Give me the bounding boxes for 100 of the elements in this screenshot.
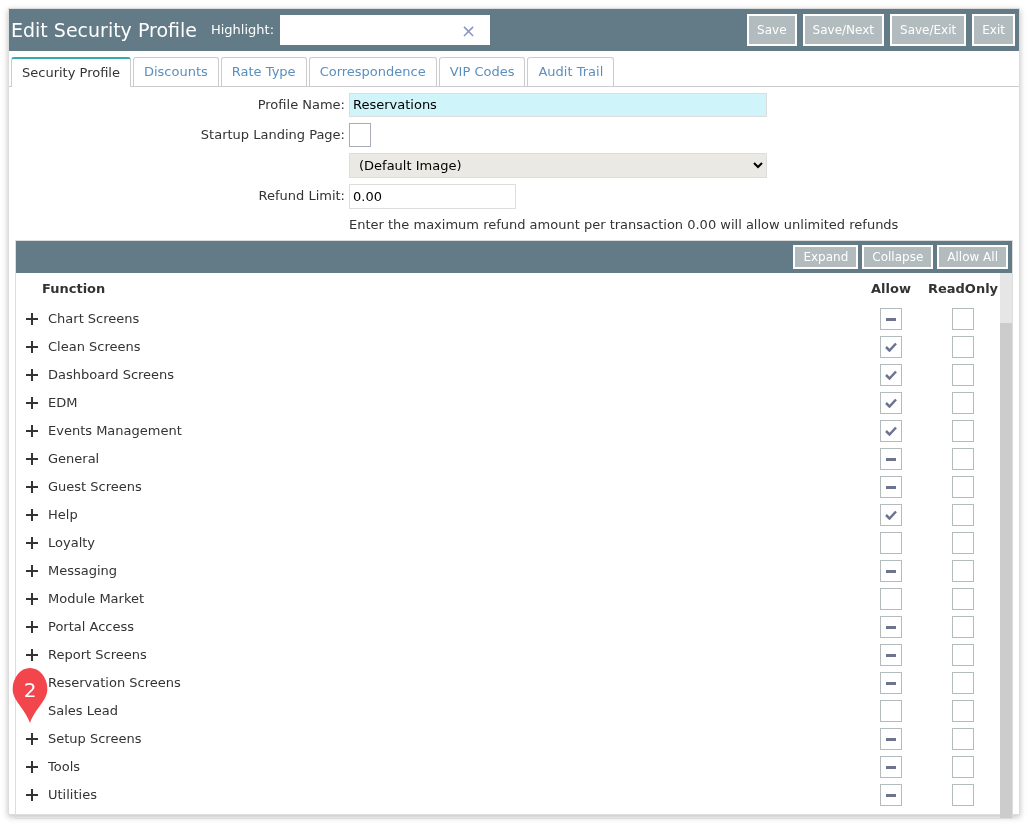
checkbox[interactable] (880, 672, 902, 694)
function-name: Utilities (48, 786, 97, 805)
expand-icon[interactable] (26, 789, 38, 801)
expand-icon[interactable] (26, 481, 38, 493)
checkbox[interactable] (880, 364, 902, 386)
expand-icon[interactable] (26, 453, 38, 465)
checkbox[interactable] (952, 476, 974, 498)
tab[interactable]: Security Profile (11, 57, 131, 87)
header-button[interactable]: Exit (972, 14, 1015, 46)
field-label: Startup Landing Page: (199, 125, 345, 144)
function-name: Messaging (48, 562, 118, 581)
checkbox[interactable] (952, 504, 974, 526)
check-icon[interactable] (885, 398, 897, 408)
checkbox[interactable] (880, 644, 902, 666)
checkbox[interactable] (880, 336, 902, 358)
function-name: Setup Screens (48, 730, 142, 749)
header-button[interactable]: Save (747, 14, 797, 46)
checkbox[interactable] (952, 336, 974, 358)
checkbox[interactable] (952, 420, 974, 442)
expand-icon[interactable] (26, 341, 38, 353)
tab[interactable]: Correspondence (308, 57, 437, 86)
hint-text: Enter the maximum refund amount per transaction 0.00 will allow unlimited refunds (349, 215, 900, 234)
function-name: Report Screens (48, 646, 147, 665)
tab[interactable]: VIP Codes (438, 57, 526, 86)
checkbox[interactable] (952, 672, 974, 694)
checkbox[interactable] (880, 560, 902, 582)
checkbox[interactable] (952, 532, 974, 554)
expand-icon[interactable] (26, 565, 38, 577)
refund-limit-field[interactable]: 0.00 (349, 183, 516, 209)
column-header: Function (42, 280, 106, 299)
checkbox[interactable] (952, 784, 974, 806)
field-label: Refund Limit: (257, 187, 345, 206)
header-button[interactable]: Save/Exit (890, 14, 967, 46)
checkbox[interactable] (880, 448, 902, 470)
checkbox[interactable] (880, 784, 902, 806)
checkbox[interactable] (880, 756, 902, 778)
highlight-label: Highlight: (211, 21, 275, 40)
checkbox[interactable] (880, 308, 902, 330)
checkbox[interactable] (880, 504, 902, 526)
tab[interactable]: Discounts (132, 57, 219, 86)
clear-icon[interactable]: × (446, 16, 491, 44)
function-name: Reservation Screens (48, 674, 181, 693)
expand-icon[interactable] (26, 733, 38, 745)
function-name: Sales Lead (48, 702, 118, 721)
profile-name-field[interactable]: Reservations (349, 92, 767, 117)
expand-icon[interactable] (26, 537, 38, 549)
toolbar-button[interactable]: Expand (793, 245, 859, 269)
expand-icon[interactable] (26, 509, 38, 521)
page-title: Edit Security Profile (11, 17, 197, 43)
checkbox[interactable] (952, 700, 974, 722)
checkbox[interactable] (952, 448, 974, 470)
checkbox[interactable] (880, 420, 902, 442)
function-name: Guest Screens (48, 478, 142, 497)
function-name: Dashboard Screens (48, 366, 175, 385)
function-name: Chart Screens (48, 310, 140, 329)
checkbox[interactable] (880, 392, 902, 414)
function-name: Tools (48, 758, 81, 777)
checkbox[interactable] (880, 532, 902, 554)
function-name: EDM (48, 394, 78, 413)
checkbox[interactable] (952, 588, 974, 610)
checkbox[interactable] (952, 392, 974, 414)
scrollbar[interactable] (1000, 273, 1012, 818)
expand-icon[interactable] (26, 425, 38, 437)
checkbox[interactable] (952, 364, 974, 386)
checkbox[interactable] (880, 616, 902, 638)
checkbox[interactable] (880, 588, 902, 610)
expand-icon[interactable] (26, 593, 38, 605)
expand-icon[interactable] (26, 313, 38, 325)
column-header: Allow (871, 280, 911, 299)
expand-icon[interactable] (26, 649, 38, 661)
map-pin: 2 (11, 667, 49, 725)
checkbox[interactable] (952, 728, 974, 750)
toolbar-button[interactable]: Collapse (862, 245, 934, 269)
checkbox[interactable] (952, 644, 974, 666)
toolbar-button[interactable]: Allow All (937, 245, 1008, 269)
function-name: Portal Access (48, 618, 134, 637)
check-icon[interactable] (885, 510, 897, 520)
checkbox[interactable] (952, 308, 974, 330)
checkbox[interactable] (952, 560, 974, 582)
checkbox[interactable] (880, 728, 902, 750)
expand-icon[interactable] (26, 397, 38, 409)
function-name: Module Market (48, 590, 145, 609)
header-button[interactable]: Save/Next (802, 14, 885, 46)
checkbox[interactable] (952, 616, 974, 638)
function-name: Help (48, 506, 78, 525)
checkbox[interactable] (952, 756, 974, 778)
checkbox[interactable] (880, 476, 902, 498)
check-icon[interactable] (885, 342, 897, 352)
checkbox[interactable] (349, 122, 371, 147)
expand-icon[interactable] (26, 369, 38, 381)
tab[interactable]: Audit Trail (527, 57, 615, 86)
expand-icon[interactable] (26, 621, 38, 633)
expand-icon[interactable] (26, 761, 38, 773)
function-name: Loyalty (48, 534, 96, 553)
tab[interactable]: Rate Type (220, 57, 307, 86)
image-select[interactable]: (Default Image) (349, 152, 767, 178)
check-icon[interactable] (885, 370, 897, 380)
check-icon[interactable] (885, 426, 897, 436)
checkbox[interactable] (880, 700, 902, 722)
function-name: General (48, 450, 100, 469)
